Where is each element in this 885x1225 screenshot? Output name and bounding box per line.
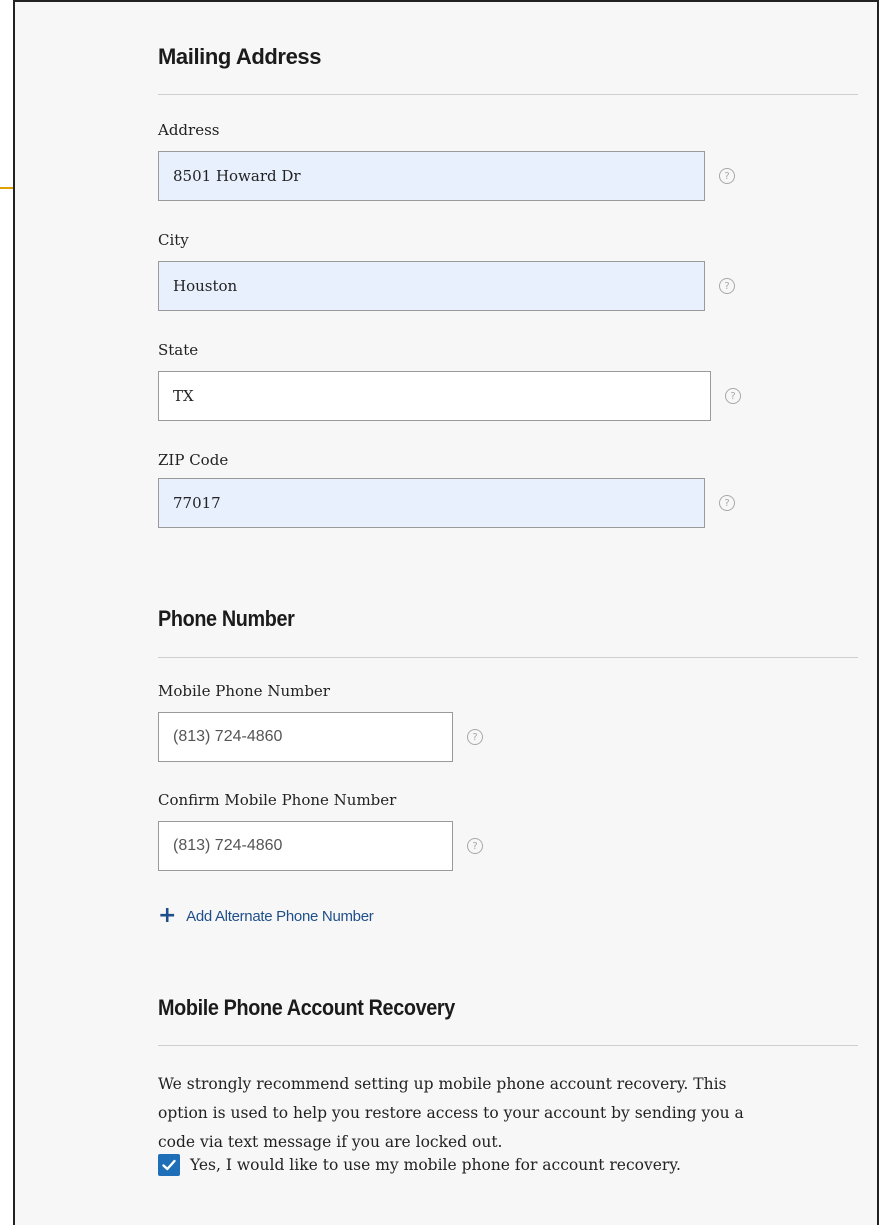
recovery-checkbox-row[interactable]: Yes, I would like to use my mobile phone…: [158, 1154, 681, 1176]
help-circle-icon[interactable]: ?: [719, 278, 735, 294]
help-circle-icon[interactable]: ?: [719, 168, 735, 184]
mobile-phone-field-row: ?: [158, 712, 483, 762]
recovery-description-line-2: option is used to help you restore acces…: [158, 1104, 744, 1122]
confirm-mobile-phone-input[interactable]: [158, 821, 453, 871]
help-circle-icon[interactable]: ?: [467, 838, 483, 854]
address-input[interactable]: [158, 151, 705, 201]
city-label: City: [158, 231, 189, 249]
accent-line: [0, 187, 13, 189]
recovery-title: Mobile Phone Account Recovery: [158, 995, 488, 1021]
form-panel: Mailing Address Address ? City ? State ?…: [13, 0, 879, 1225]
recovery-description: We strongly recommend setting up mobile …: [158, 1070, 858, 1157]
mobile-phone-label: Mobile Phone Number: [158, 682, 330, 700]
state-label: State: [158, 341, 199, 359]
city-input[interactable]: [158, 261, 705, 311]
zip-code-input[interactable]: [158, 478, 705, 528]
mailing-address-title: Mailing Address: [158, 44, 322, 69]
address-field-row: ?: [158, 151, 735, 201]
phone-number-divider: [158, 657, 858, 658]
add-alternate-phone-label: Add Alternate Phone Number: [186, 907, 374, 925]
recovery-checkbox-label: Yes, I would like to use my mobile phone…: [190, 1156, 681, 1174]
recovery-description-line-1: We strongly recommend setting up mobile …: [158, 1075, 727, 1093]
state-field-row: ?: [158, 371, 741, 421]
recovery-title-wrap: Mobile Phone Account Recovery: [158, 995, 488, 1021]
add-alternate-phone-link[interactable]: + Add Alternate Phone Number: [158, 903, 374, 928]
recovery-divider: [158, 1045, 858, 1046]
recovery-checkbox[interactable]: [158, 1154, 180, 1176]
phone-number-title: Phone Number: [158, 606, 310, 632]
mailing-address-divider: [158, 94, 858, 95]
checkmark-icon: [162, 1159, 176, 1171]
phone-number-title-wrap: Phone Number: [158, 606, 310, 632]
mailing-address-title-wrap: Mailing Address: [158, 44, 322, 70]
phone-number-title-text: Phone Number: [158, 606, 295, 631]
mobile-phone-input[interactable]: [158, 712, 453, 762]
help-circle-icon[interactable]: ?: [467, 729, 483, 745]
help-circle-icon[interactable]: ?: [725, 388, 741, 404]
confirm-mobile-phone-field-row: ?: [158, 821, 483, 871]
plus-icon: +: [158, 903, 177, 928]
recovery-title-text: Mobile Phone Account Recovery: [158, 995, 455, 1020]
zip-code-label: ZIP Code: [158, 451, 229, 469]
address-label: Address: [158, 121, 220, 139]
zip-code-field-row: ?: [158, 478, 735, 528]
help-circle-icon[interactable]: ?: [719, 495, 735, 511]
recovery-description-line-3: code via text message if you are locked …: [158, 1133, 503, 1151]
state-input[interactable]: [158, 371, 711, 421]
city-field-row: ?: [158, 261, 735, 311]
confirm-mobile-phone-label: Confirm Mobile Phone Number: [158, 791, 397, 809]
